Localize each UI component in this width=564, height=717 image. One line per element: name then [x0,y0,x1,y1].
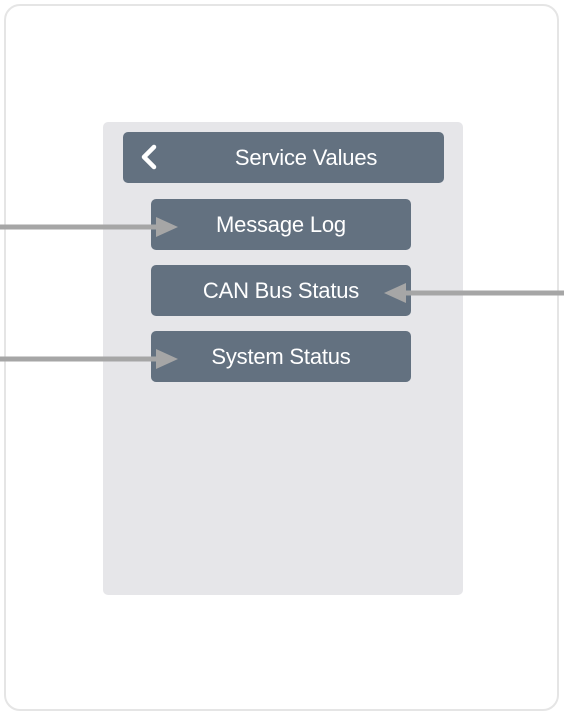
header-bar: Service Values [123,132,444,183]
menu-item-can-bus-status[interactable]: CAN Bus Status [151,265,411,316]
chevron-left-icon[interactable] [137,144,161,170]
menu-item-message-log[interactable]: Message Log [151,199,411,250]
menu-item-system-status[interactable]: System Status [151,331,411,382]
page-title: Service Values [234,145,378,170]
